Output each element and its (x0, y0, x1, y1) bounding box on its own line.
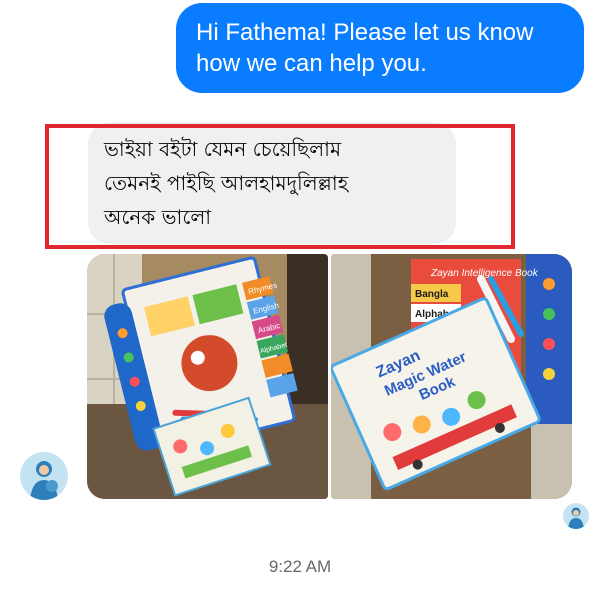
incoming-message-bubble[interactable]: ভাইয়া বইটা যেমন চেয়েছিলাম তেমনই পাইছি … (88, 122, 456, 244)
sender-avatar[interactable] (20, 452, 68, 500)
photo-attachment-left[interactable]: Rhymes English Arabic Alphabet (87, 254, 328, 499)
incoming-message-line: ভাইয়া বইটা যেমন চেয়েছিলাম (104, 137, 342, 161)
incoming-message-line: অনেক ভালো (104, 205, 212, 229)
outgoing-message-bubble[interactable]: Hi Fathema! Please let us know how we ca… (176, 3, 584, 93)
photo-left-image: Rhymes English Arabic Alphabet (87, 254, 328, 499)
outgoing-message-text: Hi Fathema! Please let us know how we ca… (196, 19, 534, 77)
avatar-icon (20, 452, 68, 500)
incoming-message-line: তেমনই পাইছি আলহামদুলিল্লাহ (104, 171, 349, 195)
svg-text:Bangla: Bangla (415, 289, 449, 300)
seen-indicator-avatar (563, 503, 589, 529)
chat-thread: Hi Fathema! Please let us know how we ca… (0, 0, 600, 600)
seen-avatar-icon (563, 503, 589, 529)
message-timestamp: 9:22 AM (268, 557, 332, 576)
photo-attachment-right[interactable]: Bangla Alphabet Zayan Intelligence Book … (331, 254, 572, 499)
photo-right-image: Bangla Alphabet Zayan Intelligence Book … (331, 254, 572, 499)
